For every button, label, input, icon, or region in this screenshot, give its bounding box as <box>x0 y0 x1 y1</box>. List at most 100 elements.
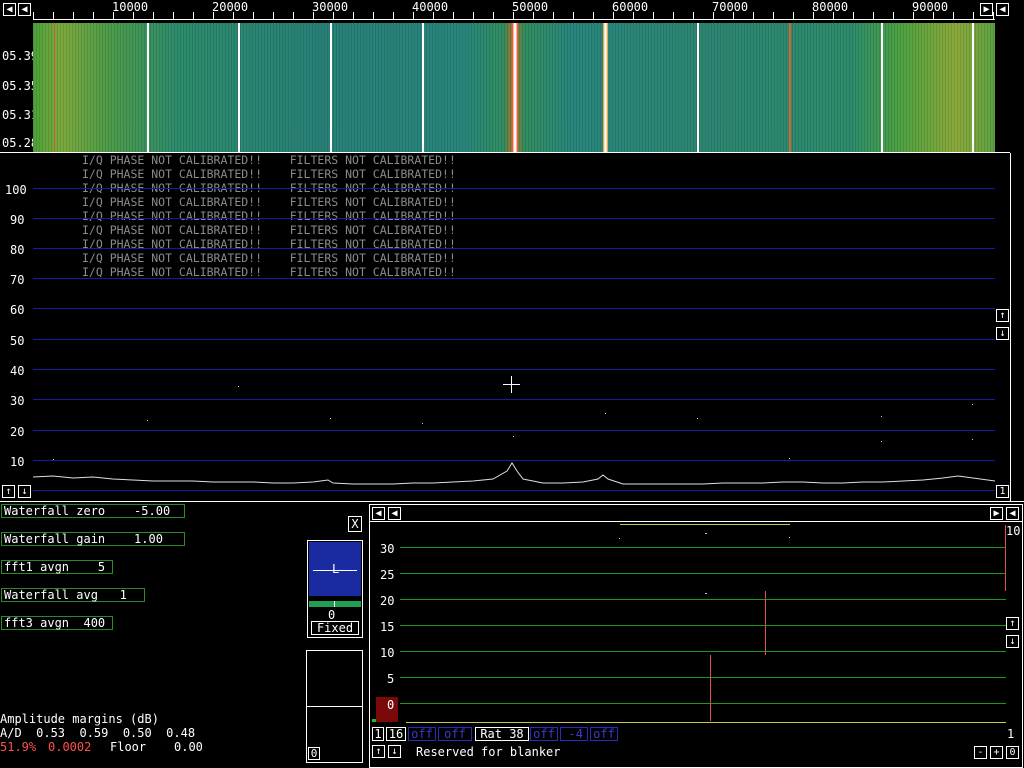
spectrum-y-label: 20 <box>10 425 25 439</box>
calibration-warning: I/Q PHASE NOT CALIBRATED!! FILTERS NOT C… <box>82 153 456 167</box>
waterfall-scroll-left-button-2[interactable]: ◀ <box>18 3 31 16</box>
spectrum-corner-button[interactable]: 1 <box>996 485 1009 498</box>
fft3-avgn-field[interactable]: fft3 avgn 400 <box>1 616 113 630</box>
baseband-trace-marker <box>372 719 376 722</box>
spectrum-grid-line <box>33 248 995 249</box>
baseband-signal-line <box>765 591 766 655</box>
waterfall-avg-field[interactable]: Waterfall avg 1 <box>1 588 145 602</box>
baseband-y-label: 15 <box>380 620 395 634</box>
waterfall-panel[interactable]: ◀ ◀ ▶ ◀ 10000 20000 30000 40000 50000 60… <box>0 0 1024 153</box>
spectrum-grid-line <box>33 278 995 279</box>
baseband-grid-line <box>400 625 1006 626</box>
baseband-down-button[interactable]: ↓ <box>1006 635 1019 648</box>
frequency-scale: 10000 20000 30000 40000 50000 60000 7000… <box>33 0 995 23</box>
spectrum-grid-line <box>33 218 995 219</box>
baseband-point <box>705 533 707 534</box>
ratio-value: 0.0002 <box>48 740 92 754</box>
floor-value: 0.00 <box>174 740 203 754</box>
baseband-point <box>789 537 790 538</box>
calibration-warning: I/Q PHASE NOT CALIBRATED!! FILTERS NOT C… <box>82 195 456 209</box>
waterfall-signal-line <box>881 23 883 153</box>
baseband-panel[interactable]: ◀ ◀ ▶ ◀ 30 25 20 15 10 5 0 10 ↑ ↓ 1 16 o… <box>369 504 1023 768</box>
spectrum-y-label: 90 <box>10 213 25 227</box>
blanker-up-button[interactable]: ↑ <box>372 745 385 758</box>
baseband-param-button[interactable]: 1 <box>372 727 384 741</box>
calibration-warning: I/Q PHASE NOT CALIBRATED!! FILTERS NOT C… <box>82 251 456 265</box>
waterfall-scroll-left-button[interactable]: ◀ <box>3 3 16 16</box>
baseband-up-button[interactable]: ↑ <box>1006 617 1019 630</box>
amplitude-meter-box: 0 <box>306 650 363 763</box>
spectrum-scale-down-button[interactable]: ↓ <box>996 327 1009 340</box>
baseband-top-border <box>370 521 1022 522</box>
percent-value: 51.9% <box>0 740 37 754</box>
baseband-scroll-right-button-2[interactable]: ◀ <box>1006 507 1019 520</box>
baseband-top-right-label: 10 <box>1006 524 1021 538</box>
waterfall-gain-field[interactable]: Waterfall gain 1.00 <box>1 532 185 546</box>
baseband-bottom-right-label: 1 <box>1007 727 1015 741</box>
close-button[interactable]: X <box>348 516 362 532</box>
waterfall-signal-line <box>147 23 149 153</box>
baseband-grid-line <box>400 573 1006 574</box>
spectrum-right-border <box>1010 153 1011 502</box>
spectrum-panel[interactable]: I/Q PHASE NOT CALIBRATED!! FILTERS NOT C… <box>0 153 1024 502</box>
spectrum-y-label: 50 <box>10 334 25 348</box>
baseband-off-button[interactable]: off <box>530 727 558 741</box>
baseband-param-button[interactable]: 16 <box>386 727 406 741</box>
waterfall-scroll-right-button-2[interactable]: ◀ <box>996 3 1009 16</box>
crosshair-cursor <box>503 376 520 393</box>
amplitude-margins-title: Amplitude margins (dB) <box>0 712 159 726</box>
baseband-y-label: 5 <box>387 672 395 686</box>
fft1-avgn-field[interactable]: fft1 avgn 5 <box>1 560 113 574</box>
baseband-trace <box>406 722 1006 723</box>
baseband-off-button[interactable]: off <box>408 727 436 741</box>
spectrum-scale-up-button[interactable]: ↑ <box>996 309 1009 322</box>
waterfall-signal-line <box>238 23 240 153</box>
baseband-y-label: 10 <box>380 646 395 660</box>
baseband-grid-line <box>400 703 1006 704</box>
filter-passband-line <box>620 524 790 525</box>
spectrum-down-button[interactable]: ↓ <box>18 485 31 498</box>
baseband-point <box>619 538 620 539</box>
spectrum-y-label: 30 <box>10 394 25 408</box>
waterfall-signal-line <box>972 23 974 153</box>
baseband-ratio-button[interactable]: Rat 38 <box>475 727 529 741</box>
spectrum-grid-line <box>33 188 995 189</box>
baseband-point <box>705 593 707 594</box>
blanker-plus-button[interactable]: + <box>990 746 1003 759</box>
amplitude-meter-zero: 0 <box>308 747 320 760</box>
spectrum-y-label: 10 <box>10 455 25 469</box>
ad-margins-line: A/D 0.53 0.59 0.50 0.48 <box>0 726 196 740</box>
blanker-down-button[interactable]: ↓ <box>388 745 401 758</box>
fixed-mode-button[interactable]: Fixed <box>311 621 359 635</box>
baseband-scroll-left-button[interactable]: ◀ <box>372 507 385 520</box>
baseband-scroll-left-button-2[interactable]: ◀ <box>388 507 401 520</box>
spectrum-grid-line <box>33 308 995 309</box>
baseband-scroll-right-button[interactable]: ▶ <box>990 507 1003 520</box>
level-display: L <box>309 542 361 596</box>
spectrum-peak-points <box>53 386 973 460</box>
waterfall-zero-field[interactable]: Waterfall zero -5.00 <box>1 504 185 518</box>
spectrum-y-label: 40 <box>10 364 25 378</box>
waterfall-signal-line <box>512 23 518 153</box>
amplitude-meter-line <box>307 706 362 707</box>
level-widget[interactable]: L 0 Fixed <box>307 540 363 638</box>
spectrum-y-label: 70 <box>10 273 25 287</box>
level-bar <box>309 601 361 607</box>
spectrum-bottom-border <box>0 501 1024 502</box>
blanker-minus-button[interactable]: - <box>974 746 987 759</box>
calibration-warning: I/Q PHASE NOT CALIBRATED!! FILTERS NOT C… <box>82 265 456 279</box>
baseband-off-button[interactable]: off <box>590 727 618 741</box>
baseband-signal-line <box>710 655 711 721</box>
spectrum-y-label: 80 <box>10 243 25 257</box>
baseband-value-button[interactable]: -4 <box>560 727 588 741</box>
waterfall-signal-line <box>330 23 332 153</box>
waterfall-image[interactable] <box>33 23 995 153</box>
baseband-y-label: 30 <box>380 542 395 556</box>
baseband-y-label: 0 <box>387 698 395 712</box>
calibration-warning: I/Q PHASE NOT CALIBRATED!! FILTERS NOT C… <box>82 209 456 223</box>
baseband-y-label: 25 <box>380 568 395 582</box>
blanker-zero-button[interactable]: 0 <box>1006 746 1019 759</box>
baseband-off-button[interactable]: off <box>438 727 472 741</box>
spectrum-y-label: 100 <box>5 183 27 197</box>
spectrum-up-button[interactable]: ↑ <box>2 485 15 498</box>
